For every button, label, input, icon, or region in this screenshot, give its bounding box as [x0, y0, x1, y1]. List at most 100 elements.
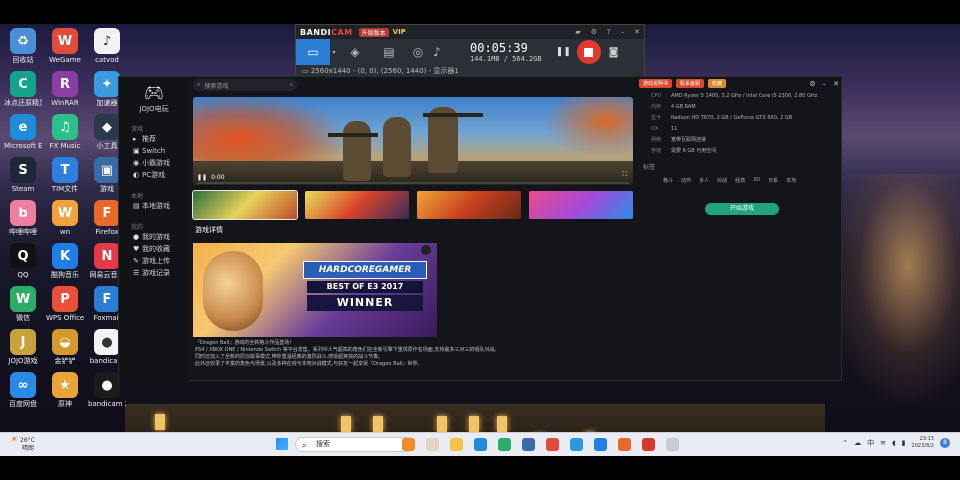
chevron-up-icon[interactable]: ⌃	[842, 439, 848, 447]
desktop-icon[interactable]: K 酷狗音乐	[46, 243, 84, 279]
taskbar-app-icon[interactable]	[426, 438, 439, 451]
vip-badge[interactable]: VIP	[393, 28, 406, 36]
close-icon[interactable]: ✕	[634, 28, 640, 36]
settings-icon[interactable]: ⚙	[809, 80, 815, 88]
desktop-icon[interactable]: ◒ 金铲铲	[46, 329, 84, 365]
webcam-button[interactable]: ◎	[406, 39, 430, 65]
rifle-graphic	[328, 133, 378, 137]
tag[interactable]: 本地	[786, 177, 796, 184]
desktop-icon[interactable]: Q QQ	[4, 243, 42, 279]
award-best: BEST OF E3 2017	[307, 281, 423, 293]
desktop-icon-label: 回收站	[12, 56, 34, 64]
mode-dropdown-chevron-icon[interactable]: ▾	[330, 39, 338, 65]
weather-widget[interactable]: ☀ 26°C 晴朗	[10, 436, 35, 453]
sidebar-item[interactable]: ▣ Switch	[119, 145, 189, 157]
search-input[interactable]: ⌕ 搜索游戏 ⌕	[193, 79, 297, 91]
input-language[interactable]: 中	[867, 438, 874, 448]
cloud-icon[interactable]: ☁	[854, 439, 861, 447]
desktop-icon[interactable]: ∞ 百度网盘	[4, 372, 42, 408]
thumbnail[interactable]	[529, 191, 633, 219]
taskbar-app-icon[interactable]	[474, 438, 487, 451]
desktop-icon[interactable]: T TIM文件	[46, 157, 84, 193]
desktop-icon[interactable]: ♻ 回收站	[4, 28, 42, 64]
tag[interactable]: 多人	[699, 177, 709, 184]
sidebar-item[interactable]: ◉ 小霸游戏	[119, 157, 189, 169]
tag[interactable]: 格斗	[663, 177, 673, 184]
taskbar-app-icon[interactable]	[498, 438, 511, 451]
sidebar-item[interactable]: ● 我的游戏	[119, 231, 189, 243]
sidebar-item[interactable]: ▸ 推荐	[119, 133, 189, 145]
notification-badge[interactable]: 8	[940, 438, 950, 448]
tag[interactable]: 日系	[768, 177, 778, 184]
desktop-icon[interactable]: ♪ catvod	[88, 28, 126, 64]
award-badge: HARDCOREGAMER	[303, 261, 427, 279]
battery-icon[interactable]: ▮	[902, 439, 906, 447]
sidebar-item[interactable]: ♥ 我的收藏	[119, 243, 189, 255]
desktop-icon-label: FX Music	[49, 142, 81, 150]
volume-icon[interactable]: ◖	[892, 439, 896, 447]
start-button[interactable]	[276, 438, 288, 450]
screenshot-camera-icon[interactable]: ◙	[609, 47, 619, 58]
taskbar-app-icon[interactable]	[450, 438, 463, 451]
screen-mode-button[interactable]: ▭	[296, 39, 330, 65]
desktop-icon[interactable]: R WinRAR	[46, 71, 84, 107]
close-icon[interactable]: ✕	[833, 80, 839, 88]
sidebar-item[interactable]: ▤ 本地游戏	[119, 200, 189, 212]
taskbar-app-icon[interactable]	[522, 438, 535, 451]
pause-icon[interactable]: ❚❚	[556, 47, 571, 57]
taskbar-app-icon[interactable]	[402, 438, 415, 451]
fullscreen-icon[interactable]: ⛶	[623, 171, 627, 179]
thumbnail[interactable]	[417, 191, 521, 219]
taskbar-app-icon[interactable]	[666, 438, 679, 451]
taskbar-app-icon[interactable]	[546, 438, 559, 451]
desktop-icon-label: TIM文件	[51, 185, 79, 193]
mic-button[interactable]: ♪	[430, 39, 444, 65]
desktop-icon[interactable]: C 冰点还原精灵	[4, 71, 42, 107]
video-progress-bar[interactable]	[197, 182, 629, 184]
game-mode-button[interactable]: ◈	[338, 39, 372, 65]
tag[interactable]: 3D	[753, 177, 760, 184]
settings-icon[interactable]: ⚙	[591, 28, 597, 36]
desktop-icon[interactable]: ★ 原神	[46, 372, 84, 408]
thumbnail[interactable]	[192, 190, 298, 220]
taskbar-app-icon[interactable]	[570, 438, 583, 451]
device-mode-button[interactable]: ▤	[372, 39, 406, 65]
app-icon: e	[10, 114, 36, 140]
sidebar-item[interactable]: ◐ PC游戏	[119, 169, 189, 181]
folder-icon[interactable]: ▰	[575, 28, 580, 36]
taskbar-app-icon[interactable]	[594, 438, 607, 451]
sidebar-item[interactable]: ☰ 游戏记录	[119, 267, 189, 279]
start-game-button[interactable]: 开始游戏	[705, 203, 779, 215]
search-submit-icon[interactable]: ⌕	[290, 81, 293, 89]
taskbar-search-input[interactable]: ⌕ 搜索	[295, 437, 415, 452]
bandicam-toolbar: ▭ ▾ ◈ ▤ ◎ ♪ 00:05:39 144.1MB / 564.2GB ❚…	[296, 39, 644, 65]
desktop-icon[interactable]: W WeGame	[46, 28, 84, 64]
tag[interactable]: 动作	[681, 177, 691, 184]
desktop-icon[interactable]: W 微信	[4, 286, 42, 322]
wifi-icon[interactable]: ≋	[880, 439, 886, 447]
pause-icon[interactable]: ❚❚	[197, 174, 207, 181]
tag[interactable]: 对战	[717, 177, 727, 184]
desktop-icon[interactable]: S Steam	[4, 157, 42, 193]
desktop-icon[interactable]: P WPS Office	[46, 286, 84, 322]
help-icon[interactable]: ?	[607, 28, 611, 36]
upgrade-chip[interactable]: 升级版本	[358, 27, 389, 37]
manual-button[interactable]: 游戏说明书	[639, 79, 673, 88]
favorite-button[interactable]: 收藏	[708, 79, 727, 88]
sidebar-item[interactable]: ✎ 游戏上传	[119, 255, 189, 267]
desktop-icon[interactable]: e Microsoft Edge	[4, 114, 42, 150]
taskbar-app-icon[interactable]	[618, 438, 631, 451]
thumbnail[interactable]	[305, 191, 409, 219]
desktop-icon[interactable]: ♫ FX Music	[46, 114, 84, 150]
minimize-icon[interactable]: –	[621, 28, 625, 36]
tag[interactable]: 经典	[735, 177, 745, 184]
stop-record-button[interactable]	[576, 40, 601, 64]
support-button[interactable]: 联系客服	[676, 79, 705, 88]
desktop-icon[interactable]: J JOJO游戏	[4, 329, 42, 365]
taskbar-app-icon[interactable]	[642, 438, 655, 451]
clock[interactable]: 23:13 2023/8/2	[912, 436, 934, 450]
hero-video-player[interactable]: ❚❚ 0:00 ⛶	[193, 97, 633, 185]
minimize-icon[interactable]: –	[823, 80, 827, 88]
desktop-icon[interactable]: Wwn	[46, 200, 84, 236]
desktop-icon[interactable]: b 哔哩哔哩	[4, 200, 42, 236]
